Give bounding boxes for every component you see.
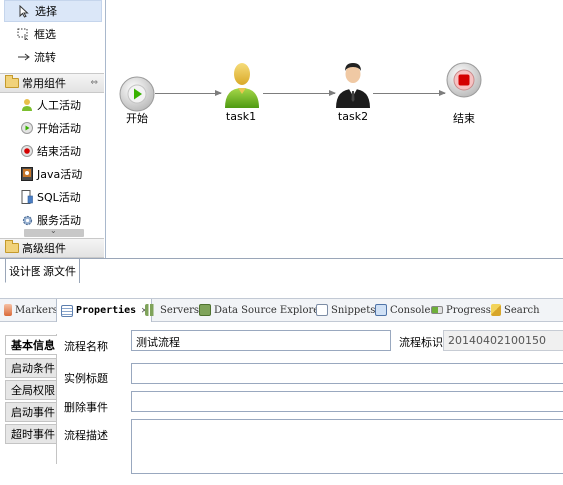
tool-label: 框选 [34, 28, 56, 41]
tab-label: Progress [446, 304, 491, 316]
process-name-input[interactable]: 测试流程 [131, 330, 391, 351]
markers-icon [4, 304, 12, 316]
marquee-icon [16, 27, 30, 41]
java-icon [20, 167, 34, 181]
side-tab-start-event[interactable]: 启动事件 [5, 402, 57, 422]
properties-panel: 基本信息 启动条件 全局权限 启动事件 超时事件 流程名称 测试流程 流程标识 … [0, 322, 563, 485]
instance-title-input[interactable] [131, 363, 563, 384]
item-label: SQL活动 [37, 191, 81, 204]
side-tab-start-condition[interactable]: 启动条件 [5, 358, 57, 378]
tool-marquee[interactable]: 框选 [4, 23, 102, 45]
folder-icon [5, 75, 19, 88]
edge-task1-task2[interactable] [263, 90, 336, 96]
start-icon [20, 121, 34, 135]
tab-console[interactable]: Console [375, 299, 430, 321]
black-user-icon [336, 63, 370, 108]
item-label: Java活动 [37, 168, 83, 181]
end-event-icon [446, 62, 482, 98]
item-label: 结束活动 [37, 145, 81, 158]
console-icon [375, 304, 387, 316]
edge-task2-end[interactable] [373, 90, 446, 96]
label-delete-event: 删除事件 [64, 401, 108, 414]
item-label: 人工活动 [37, 99, 81, 112]
editor-tab-bar: 设计图 源文件 [0, 258, 563, 284]
item-label: 开始活动 [37, 122, 81, 135]
tab-data-source-explorer[interactable]: Data Source Explorer [199, 299, 324, 321]
view-tab-bar: Markers Properties ✕ Servers Data Source… [0, 298, 563, 322]
palette-item-user-activity[interactable]: 人工活动 [4, 94, 102, 116]
node-label-end: 结束 [453, 112, 475, 125]
start-event-icon [119, 76, 155, 112]
label-instance-title: 实例标题 [64, 372, 108, 385]
tool-label: 选择 [35, 5, 57, 18]
tab-servers[interactable]: Servers [145, 299, 199, 321]
arrow-right-icon [16, 50, 30, 64]
servers-icon [145, 304, 157, 316]
tab-markers[interactable]: Markers [4, 299, 58, 321]
label-process-id: 流程标识 [399, 336, 443, 349]
item-label: 服务活动 [37, 214, 81, 227]
group-advanced-components[interactable]: 高级组件 [0, 238, 104, 258]
node-label-task2: task2 [337, 110, 369, 123]
properties-icon [61, 304, 73, 317]
side-tab-global-permission[interactable]: 全局权限 [5, 380, 57, 400]
collapse-icon[interactable]: ⇔ [90, 78, 98, 88]
label-process-name: 流程名称 [64, 340, 108, 353]
pointer-icon [17, 4, 31, 18]
palette-scroll-down[interactable]: ⌄ [24, 226, 84, 237]
search-icon [491, 304, 501, 316]
side-tab-basic-info[interactable]: 基本信息 [5, 335, 57, 355]
node-label-start: 开始 [126, 112, 148, 125]
group-title: 高级组件 [22, 242, 66, 255]
workflow-designer-window: 选择 框选 流转 常用组件 ⇔ 人工活动 开始活动 结束活动 Java活动 SQ… [0, 0, 563, 485]
palette-panel: 选择 框选 流转 常用组件 ⇔ 人工活动 开始活动 结束活动 Java活动 SQ… [0, 0, 106, 258]
user-icon [20, 98, 34, 112]
node-label-task1: task1 [225, 110, 257, 123]
palette-item-start-activity[interactable]: 开始活动 [4, 117, 102, 139]
tab-label: Data Source Explorer [214, 304, 324, 316]
palette-item-java-activity[interactable]: Java活动 [4, 163, 102, 185]
palette-item-end-activity[interactable]: 结束活动 [4, 140, 102, 162]
tool-label: 流转 [34, 51, 56, 64]
sql-icon [20, 190, 34, 204]
tab-label: Snippets [331, 304, 376, 316]
process-id-input[interactable]: 20140402100150 [443, 330, 563, 351]
tab-snippets[interactable]: Snippets [316, 299, 375, 321]
tab-search[interactable]: Search [491, 299, 540, 321]
service-gear-icon [20, 213, 34, 227]
end-icon [20, 144, 34, 158]
diagram-canvas[interactable]: 开始 task1 task2 结束 [107, 0, 563, 258]
tab-label: Markers [15, 304, 58, 316]
label-process-description: 流程描述 [64, 429, 108, 442]
green-user-icon [225, 63, 259, 108]
tab-label: Properties [76, 305, 137, 316]
delete-event-input[interactable] [131, 391, 563, 412]
snippets-icon [316, 304, 328, 316]
tab-progress[interactable]: Progress [431, 299, 491, 321]
edge-start-task1[interactable] [155, 90, 222, 96]
datasource-icon [199, 304, 211, 316]
side-tab-timeout-event[interactable]: 超时事件 [5, 424, 57, 444]
tab-label: Servers [160, 304, 200, 316]
process-description-textarea[interactable] [131, 419, 563, 474]
node-end[interactable] [446, 62, 482, 101]
node-task1[interactable] [223, 60, 261, 113]
tab-properties[interactable]: Properties ✕ [56, 299, 153, 322]
folder-icon [5, 240, 19, 253]
group-title: 常用组件 [22, 77, 66, 90]
progress-icon [431, 306, 443, 314]
tab-label: Console [390, 304, 431, 316]
palette-item-sql-activity[interactable]: SQL活动 [4, 186, 102, 208]
tab-source[interactable]: 源文件 [40, 259, 80, 283]
tool-transition[interactable]: 流转 [4, 46, 102, 68]
group-common-components[interactable]: 常用组件 ⇔ [0, 73, 104, 93]
node-task2[interactable] [335, 60, 371, 113]
tab-label: Search [504, 304, 540, 316]
tool-select[interactable]: 选择 [4, 0, 102, 22]
